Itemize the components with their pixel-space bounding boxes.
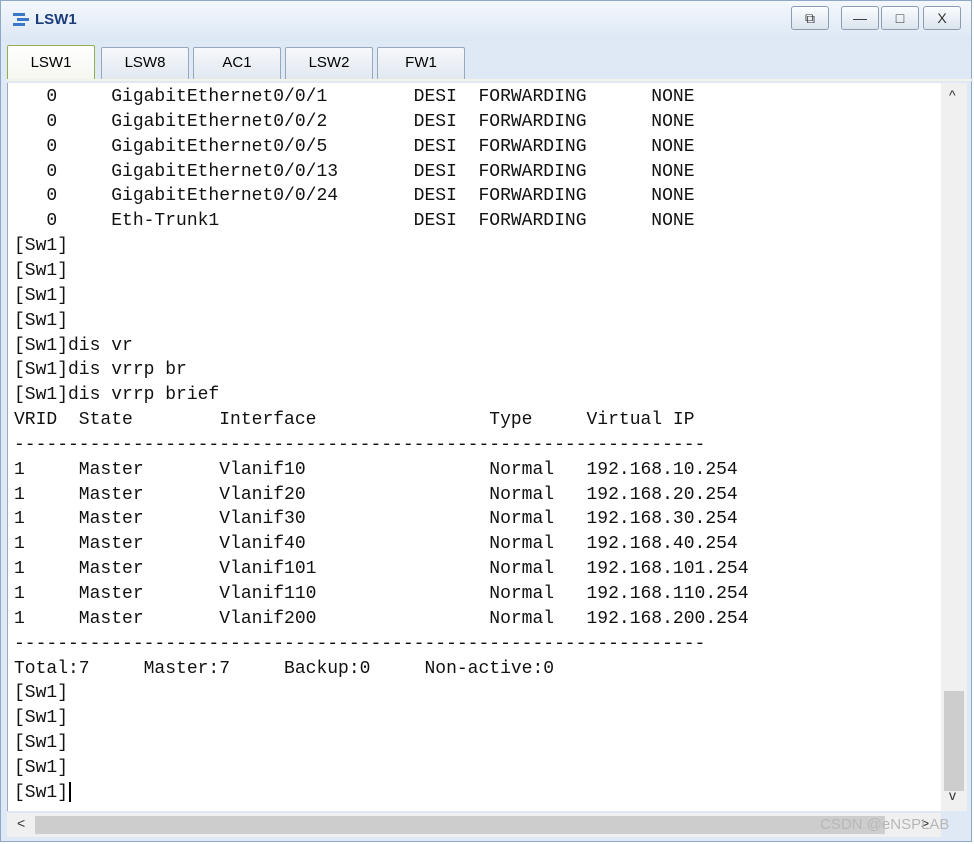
close-button[interactable]: X: [923, 6, 961, 30]
app-icon: [13, 13, 29, 26]
watermark: CSDN @eNSPLAB: [820, 816, 950, 833]
scroll-up-icon[interactable]: ^: [949, 87, 956, 103]
terminal-line: [Sw1]: [14, 733, 69, 754]
terminal-line: VRID State Interface Type Virtual IP: [14, 410, 695, 431]
terminal-line: 1 Master Vlanif30 Normal 192.168.30.254: [14, 509, 738, 530]
terminal-window: LSW1 ⧉ — □ X LSW1 LSW8 AC1 LSW2 FW1 0 Gi…: [0, 0, 973, 842]
terminal-line: 0 GigabitEthernet0/0/13 DESI FORWARDING …: [14, 161, 695, 182]
vertical-scrollbar[interactable]: ^ v: [941, 83, 967, 811]
terminal-line: [Sw1]: [14, 683, 69, 704]
vertical-scroll-thumb[interactable]: [944, 691, 964, 791]
text-cursor: [69, 782, 72, 803]
terminal-line: 0 GigabitEthernet0/0/5 DESI FORWARDING N…: [14, 136, 695, 157]
terminal-line: ----------------------------------------…: [14, 633, 706, 654]
terminal-line: ----------------------------------------…: [14, 434, 706, 455]
terminal-line: [Sw1]dis vrrp br: [14, 360, 187, 381]
scroll-left-icon[interactable]: <: [17, 815, 25, 831]
tab-lsw2[interactable]: LSW2: [285, 47, 373, 79]
terminal-line: 1 Master Vlanif40 Normal 192.168.40.254: [14, 534, 738, 555]
scroll-down-icon[interactable]: v: [949, 787, 956, 803]
tab-lsw1[interactable]: LSW1: [7, 45, 95, 79]
horizontal-scrollbar[interactable]: < >: [7, 813, 941, 837]
terminal-line: Total:7 Master:7 Backup:0 Non-active:0: [14, 658, 555, 679]
terminal-line: [Sw1]: [14, 310, 69, 331]
tab-fw1[interactable]: FW1: [377, 47, 465, 79]
title-bar[interactable]: LSW1 ⧉ — □ X: [1, 1, 971, 41]
terminal-line: [Sw1]: [14, 285, 69, 306]
horizontal-scroll-thumb[interactable]: [35, 816, 885, 834]
terminal-line: 0 Eth-Trunk1 DESI FORWARDING NONE: [14, 211, 695, 232]
restore-button[interactable]: ⧉: [791, 6, 829, 30]
terminal-line: 1 Master Vlanif20 Normal 192.168.20.254: [14, 484, 738, 505]
terminal-line: 1 Master Vlanif101 Normal 192.168.101.25…: [14, 559, 749, 580]
terminal-line: 1 Master Vlanif110 Normal 192.168.110.25…: [14, 584, 749, 604]
terminal-line: [Sw1]dis vrrp brief: [14, 385, 220, 406]
terminal-line: 0 GigabitEthernet0/0/1 DESI FORWARDING N…: [14, 87, 695, 107]
terminal-output[interactable]: 0 GigabitEthernet0/0/1 DESI FORWARDING N…: [7, 83, 941, 811]
terminal-line: [Sw1]: [14, 757, 69, 778]
terminal-line: 1 Master Vlanif10 Normal 192.168.10.254: [14, 459, 738, 480]
terminal-line: [Sw1]: [14, 781, 72, 806]
terminal-line: [Sw1]: [14, 236, 69, 257]
terminal-line: [Sw1]: [14, 260, 69, 281]
terminal-line: [Sw1]dis vr: [14, 335, 133, 356]
tab-divider: [7, 79, 973, 81]
maximize-button[interactable]: □: [881, 6, 919, 30]
terminal-line: 0 GigabitEthernet0/0/2 DESI FORWARDING N…: [14, 111, 695, 132]
terminal-line: 1 Master Vlanif200 Normal 192.168.200.25…: [14, 608, 749, 629]
tab-ac1[interactable]: AC1: [193, 47, 281, 79]
window-title: LSW1: [35, 11, 77, 28]
tab-lsw8[interactable]: LSW8: [101, 47, 189, 79]
terminal-line: [Sw1]: [14, 708, 69, 729]
terminal-line: 0 GigabitEthernet0/0/24 DESI FORWARDING …: [14, 186, 695, 207]
minimize-button[interactable]: —: [841, 6, 879, 30]
